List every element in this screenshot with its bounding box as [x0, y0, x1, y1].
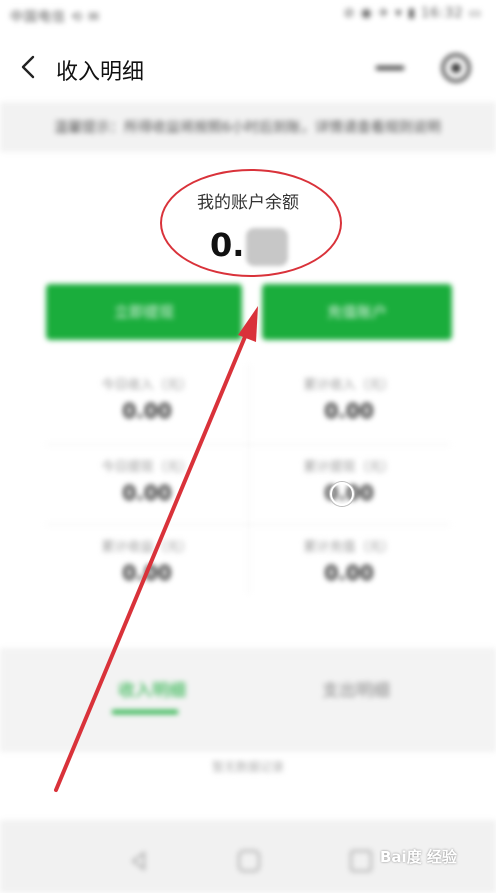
settings-icon[interactable] — [440, 52, 472, 84]
stat-value: 0.00 — [324, 399, 374, 423]
tab-indicator — [112, 710, 178, 714]
page-title: 收入明细 — [56, 60, 145, 85]
notice-text: 温馨提示：所得收益将按照6小时后到账，详情请查看规则说明 — [54, 120, 441, 136]
withdraw-button[interactable]: 立即提现 — [46, 284, 242, 340]
stat-label: 今日收入（元） — [101, 378, 193, 393]
stats-grid: 今日收入（元） 0.00 累计收入（元） 0.00 今日提现（元） 0.00 累… — [46, 364, 450, 600]
nav-home-icon[interactable] — [238, 850, 260, 872]
grid-divider-horizontal — [46, 444, 450, 445]
stat-cell: 累计充值（元） 0.00 — [248, 526, 450, 606]
empty-list-text: 暂无数据记录 — [211, 760, 284, 774]
more-icon[interactable] — [372, 54, 408, 82]
annotation-circle — [160, 169, 342, 277]
nav-recent-icon[interactable] — [350, 850, 372, 872]
stat-cell: 累计收入（元） 0.00 — [248, 364, 450, 444]
stat-label: 累计提现（元） — [303, 460, 395, 475]
tab-income[interactable]: 收入明细 — [118, 676, 186, 701]
notice-banner: 温馨提示：所得收益将按照6小时后到账，详情请查看规则说明 — [0, 102, 496, 152]
stat-value: 0.00 — [122, 481, 172, 505]
stat-cell: 今日收入（元） 0.00 — [46, 364, 248, 444]
stat-label: 累计收益（元） — [101, 540, 193, 555]
tab-bar: 收入明细 支出明细 — [0, 648, 496, 752]
status-right: ⊘ ◉ ✈ ▾ ▮ 16:32 ▭ — [343, 6, 482, 21]
stat-cell: 累计收益（元） 0.00 — [46, 526, 248, 606]
stat-value: 0.00 — [122, 561, 172, 585]
back-icon[interactable] — [14, 52, 44, 82]
baidu-watermark: Bai度 经验 — [380, 848, 457, 866]
status-bar: 中国电信 ⟲ ✉ ⊘ ◉ ✈ ▾ ▮ 16:32 ▭ — [0, 0, 496, 34]
stat-value: 0.00 — [324, 561, 374, 585]
status-left: 中国电信 ⟲ ✉ — [10, 10, 101, 25]
stat-label: 累计收入（元） — [303, 378, 395, 393]
recharge-button[interactable]: 充值账户 — [262, 284, 452, 340]
stat-label: 今日提现（元） — [101, 460, 193, 475]
stat-value: 0.00 — [122, 399, 172, 423]
stat-cell: 今日提现（元） 0.00 — [46, 446, 248, 526]
tab-expense[interactable]: 支出明细 — [322, 676, 390, 701]
header: 收入明细 — [0, 34, 496, 100]
stat-label: 累计充值（元） — [303, 540, 395, 555]
nav-back-icon[interactable] — [128, 850, 150, 872]
touch-indicator — [330, 482, 354, 506]
